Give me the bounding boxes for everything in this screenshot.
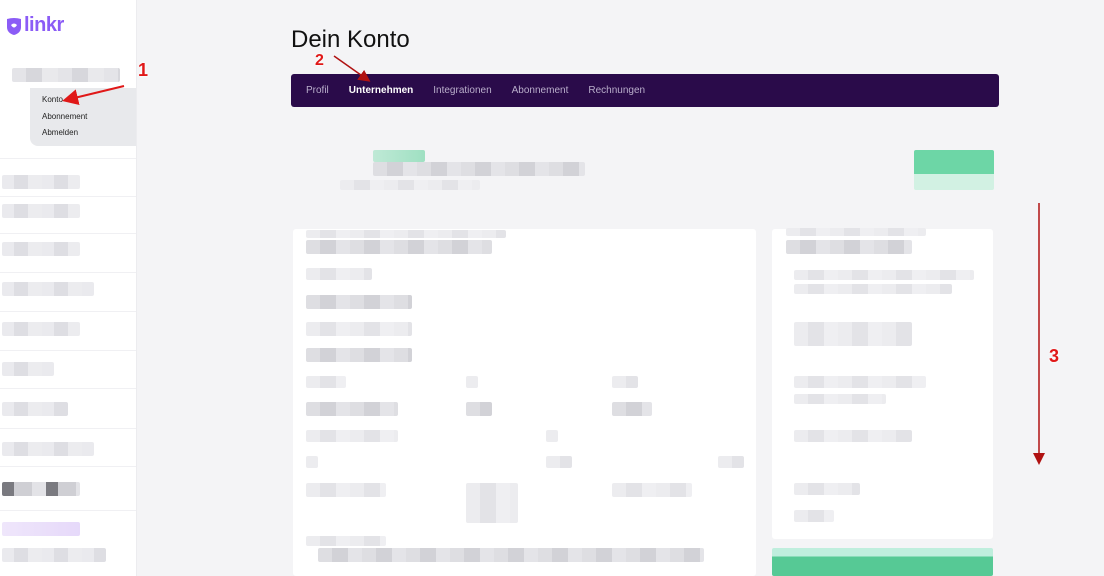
page-title: Dein Konto [291,26,410,53]
logo-upload-preview[interactable] [466,483,518,523]
field-label [612,376,638,388]
sidebar-nav-item[interactable] [2,548,106,562]
primary-action-button[interactable] [914,150,994,190]
side-card-heading [786,240,912,254]
field-value [306,348,412,362]
company-badge [373,150,425,162]
field-value [318,548,704,562]
field-value [718,456,744,468]
tab-profil[interactable]: Profil [306,85,329,96]
menu-item-abonnement[interactable]: Abonnement [42,112,87,121]
field-label [546,430,558,442]
sidebar-nav-item[interactable] [2,402,68,416]
tab-abonnement[interactable]: Abonnement [512,85,569,96]
side-card-line [794,483,860,495]
tab-integrationen[interactable]: Integrationen [433,85,491,96]
sidebar-nav-item[interactable] [2,175,80,189]
field-label [306,483,386,497]
card-heading [306,240,492,254]
field-label [306,536,386,546]
side-card-line [794,270,974,280]
account-dropdown: Konto Abonnement Abmelden [30,88,136,146]
field-value [466,402,492,416]
sidebar-nav-item[interactable] [2,362,54,376]
field-value [306,322,412,336]
field-label [466,376,478,388]
logo-text: linkr [24,14,64,36]
side-card-line [794,284,952,294]
annotation-step-3: 3 [1049,346,1060,366]
user-menu-toggle[interactable] [12,68,120,82]
field-label [306,376,346,388]
field-value [306,402,398,416]
sidebar-nav-item[interactable] [2,204,80,218]
app-logo[interactable]: linkr [6,14,64,37]
sidebar-nav-item[interactable] [2,442,94,456]
annotation-step-1: 1 [138,60,149,80]
field-label [612,483,692,497]
sidebar-nav-item[interactable] [2,482,80,496]
company-subtitle [340,180,480,190]
sidebar-nav-item[interactable] [2,522,80,536]
sidebar-nav-item[interactable] [2,322,80,336]
menu-item-konto[interactable]: Konto [42,95,63,104]
side-card-line [794,430,912,442]
annotation-step-2: 2 [315,52,324,69]
card-heading-shadow [306,230,506,238]
field-value [306,295,412,309]
field-value [612,402,652,416]
side-card-line [794,322,912,346]
side-card-action-button[interactable] [772,548,993,576]
account-tabs: Profil Unternehmen Integrationen Abonnem… [291,74,999,107]
tab-unternehmen[interactable]: Unternehmen [349,85,413,96]
field-label [306,430,398,442]
company-name [373,162,585,176]
sidebar: linkr Konto Abonnement Abmelden [0,0,137,576]
side-card-line [794,394,886,404]
logo-shield-icon [7,17,21,35]
sidebar-nav-item[interactable] [2,242,80,256]
menu-item-abmelden[interactable]: Abmelden [42,128,78,137]
side-card-heading-shadow [786,228,926,236]
side-card-line [794,510,834,522]
sidebar-nav-item[interactable] [2,282,94,296]
side-card-line [794,376,926,388]
field-value [306,456,318,468]
tab-rechnungen[interactable]: Rechnungen [588,85,645,96]
field-label [306,268,372,280]
field-value [546,456,572,468]
